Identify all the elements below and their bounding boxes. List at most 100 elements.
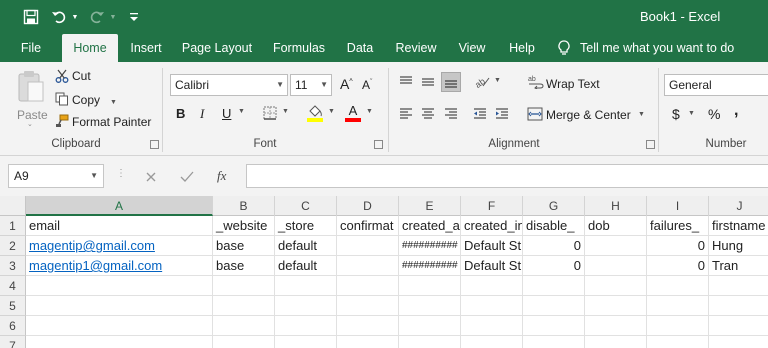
- cell-a2[interactable]: magentip@gmail.com: [26, 236, 213, 256]
- tab-data[interactable]: Data: [342, 34, 378, 62]
- cell-b1[interactable]: _website: [213, 216, 275, 236]
- percent-button[interactable]: %: [708, 106, 720, 122]
- cell-f1[interactable]: created_in: [461, 216, 523, 236]
- clipboard-launcher-icon[interactable]: [150, 140, 159, 149]
- row-header-5[interactable]: 5: [0, 296, 26, 316]
- cut-icon[interactable]: [54, 68, 70, 84]
- cell-h6[interactable]: [585, 316, 647, 336]
- tab-formulas[interactable]: Formulas: [268, 34, 330, 62]
- increase-indent-icon[interactable]: [494, 106, 510, 122]
- align-center-icon[interactable]: [420, 106, 436, 122]
- copy-dropdown-icon[interactable]: ▼: [110, 99, 117, 106]
- copy-button[interactable]: Copy ▼: [72, 93, 117, 107]
- tab-page-layout[interactable]: Page Layout: [180, 34, 254, 62]
- cell-e4[interactable]: [399, 276, 461, 296]
- cell-g1[interactable]: disable_: [523, 216, 585, 236]
- cell-h5[interactable]: [585, 296, 647, 316]
- cell-e6[interactable]: [399, 316, 461, 336]
- currency-button[interactable]: $: [672, 106, 680, 122]
- cell-h2[interactable]: [585, 236, 647, 256]
- format-painter-icon[interactable]: [54, 113, 70, 129]
- column-header-d[interactable]: D: [337, 196, 399, 216]
- cell-e7[interactable]: [399, 336, 461, 348]
- tell-me-search[interactable]: Tell me what you want to do: [558, 34, 734, 62]
- column-header-f[interactable]: F: [461, 196, 523, 216]
- undo-dropdown-icon[interactable]: ▼: [70, 7, 80, 27]
- cell-c1[interactable]: _store: [275, 216, 337, 236]
- cell-g7[interactable]: [523, 336, 585, 348]
- cell-e2[interactable]: ##########: [399, 236, 461, 256]
- cell-c2[interactable]: default: [275, 236, 337, 256]
- cell-d3[interactable]: [337, 256, 399, 276]
- alignment-launcher-icon[interactable]: [646, 140, 655, 149]
- cell-h7[interactable]: [585, 336, 647, 348]
- decrease-indent-icon[interactable]: [472, 106, 488, 122]
- cell-c3[interactable]: default: [275, 256, 337, 276]
- cell-d4[interactable]: [337, 276, 399, 296]
- redo-icon[interactable]: [88, 7, 106, 27]
- font-family-select[interactable]: Calibri ▼: [170, 74, 288, 96]
- cell-j3[interactable]: Tran: [709, 256, 768, 276]
- cell-g6[interactable]: [523, 316, 585, 336]
- cell-h4[interactable]: [585, 276, 647, 296]
- cell-i1[interactable]: failures_: [647, 216, 709, 236]
- fill-color-icon[interactable]: [306, 103, 324, 123]
- align-right-icon[interactable]: [443, 106, 459, 122]
- cell-f3[interactable]: Default St: [461, 256, 523, 276]
- shrink-font-button[interactable]: Aˇ: [362, 78, 372, 92]
- formula-input[interactable]: [246, 164, 768, 188]
- cell-h3[interactable]: [585, 256, 647, 276]
- cell-d2[interactable]: [337, 236, 399, 256]
- customize-toolbar-icon[interactable]: [128, 7, 140, 27]
- cell-b3[interactable]: base: [213, 256, 275, 276]
- cell-a3[interactable]: magentip1@gmail.com: [26, 256, 213, 276]
- merge-dropdown-icon[interactable]: ▼: [638, 111, 645, 118]
- underline-button[interactable]: U: [222, 106, 231, 121]
- row-header-4[interactable]: 4: [0, 276, 26, 296]
- merge-center-icon[interactable]: [526, 106, 544, 122]
- cell-f4[interactable]: [461, 276, 523, 296]
- currency-dropdown-icon[interactable]: ▼: [688, 110, 695, 117]
- borders-icon[interactable]: [262, 105, 278, 121]
- cell-g4[interactable]: [523, 276, 585, 296]
- column-header-c[interactable]: C: [275, 196, 337, 216]
- cell-j1[interactable]: firstname: [709, 216, 768, 236]
- row-header-1[interactable]: 1: [0, 216, 26, 236]
- enter-icon[interactable]: [180, 170, 194, 184]
- wrap-text-icon[interactable]: ab: [528, 74, 544, 90]
- redo-dropdown-icon[interactable]: ▼: [108, 7, 118, 27]
- wrap-text-button[interactable]: Wrap Text: [546, 77, 600, 91]
- cell-i7[interactable]: [647, 336, 709, 348]
- cell-g3[interactable]: 0: [523, 256, 585, 276]
- name-box[interactable]: A9 ▼: [8, 164, 104, 188]
- cell-c4[interactable]: [275, 276, 337, 296]
- column-header-i[interactable]: I: [647, 196, 709, 216]
- paste-dropdown-icon[interactable]: ⌄: [27, 120, 33, 128]
- tab-view[interactable]: View: [454, 34, 490, 62]
- cell-b4[interactable]: [213, 276, 275, 296]
- cell-g5[interactable]: [523, 296, 585, 316]
- merge-center-button[interactable]: Merge & Center: [546, 108, 631, 122]
- cell-e1[interactable]: created_a: [399, 216, 461, 236]
- undo-icon[interactable]: [50, 7, 68, 27]
- cell-j5[interactable]: [709, 296, 768, 316]
- cell-i4[interactable]: [647, 276, 709, 296]
- align-middle-icon[interactable]: [420, 74, 436, 90]
- cell-e5[interactable]: [399, 296, 461, 316]
- tab-help[interactable]: Help: [504, 34, 540, 62]
- cancel-icon[interactable]: [144, 170, 158, 184]
- cell-b5[interactable]: [213, 296, 275, 316]
- cell-j6[interactable]: [709, 316, 768, 336]
- paste-icon[interactable]: [14, 68, 48, 106]
- cell-c6[interactable]: [275, 316, 337, 336]
- font-launcher-icon[interactable]: [374, 140, 383, 149]
- cell-c7[interactable]: [275, 336, 337, 348]
- borders-dropdown-icon[interactable]: ▼: [282, 108, 289, 115]
- cell-h1[interactable]: dob: [585, 216, 647, 236]
- fill-color-dropdown-icon[interactable]: ▼: [328, 108, 335, 115]
- cell-a1[interactable]: email: [26, 216, 213, 236]
- cell-f2[interactable]: Default St: [461, 236, 523, 256]
- column-header-b[interactable]: B: [213, 196, 275, 216]
- align-left-icon[interactable]: [398, 106, 414, 122]
- comma-button[interactable]: ,: [734, 102, 738, 120]
